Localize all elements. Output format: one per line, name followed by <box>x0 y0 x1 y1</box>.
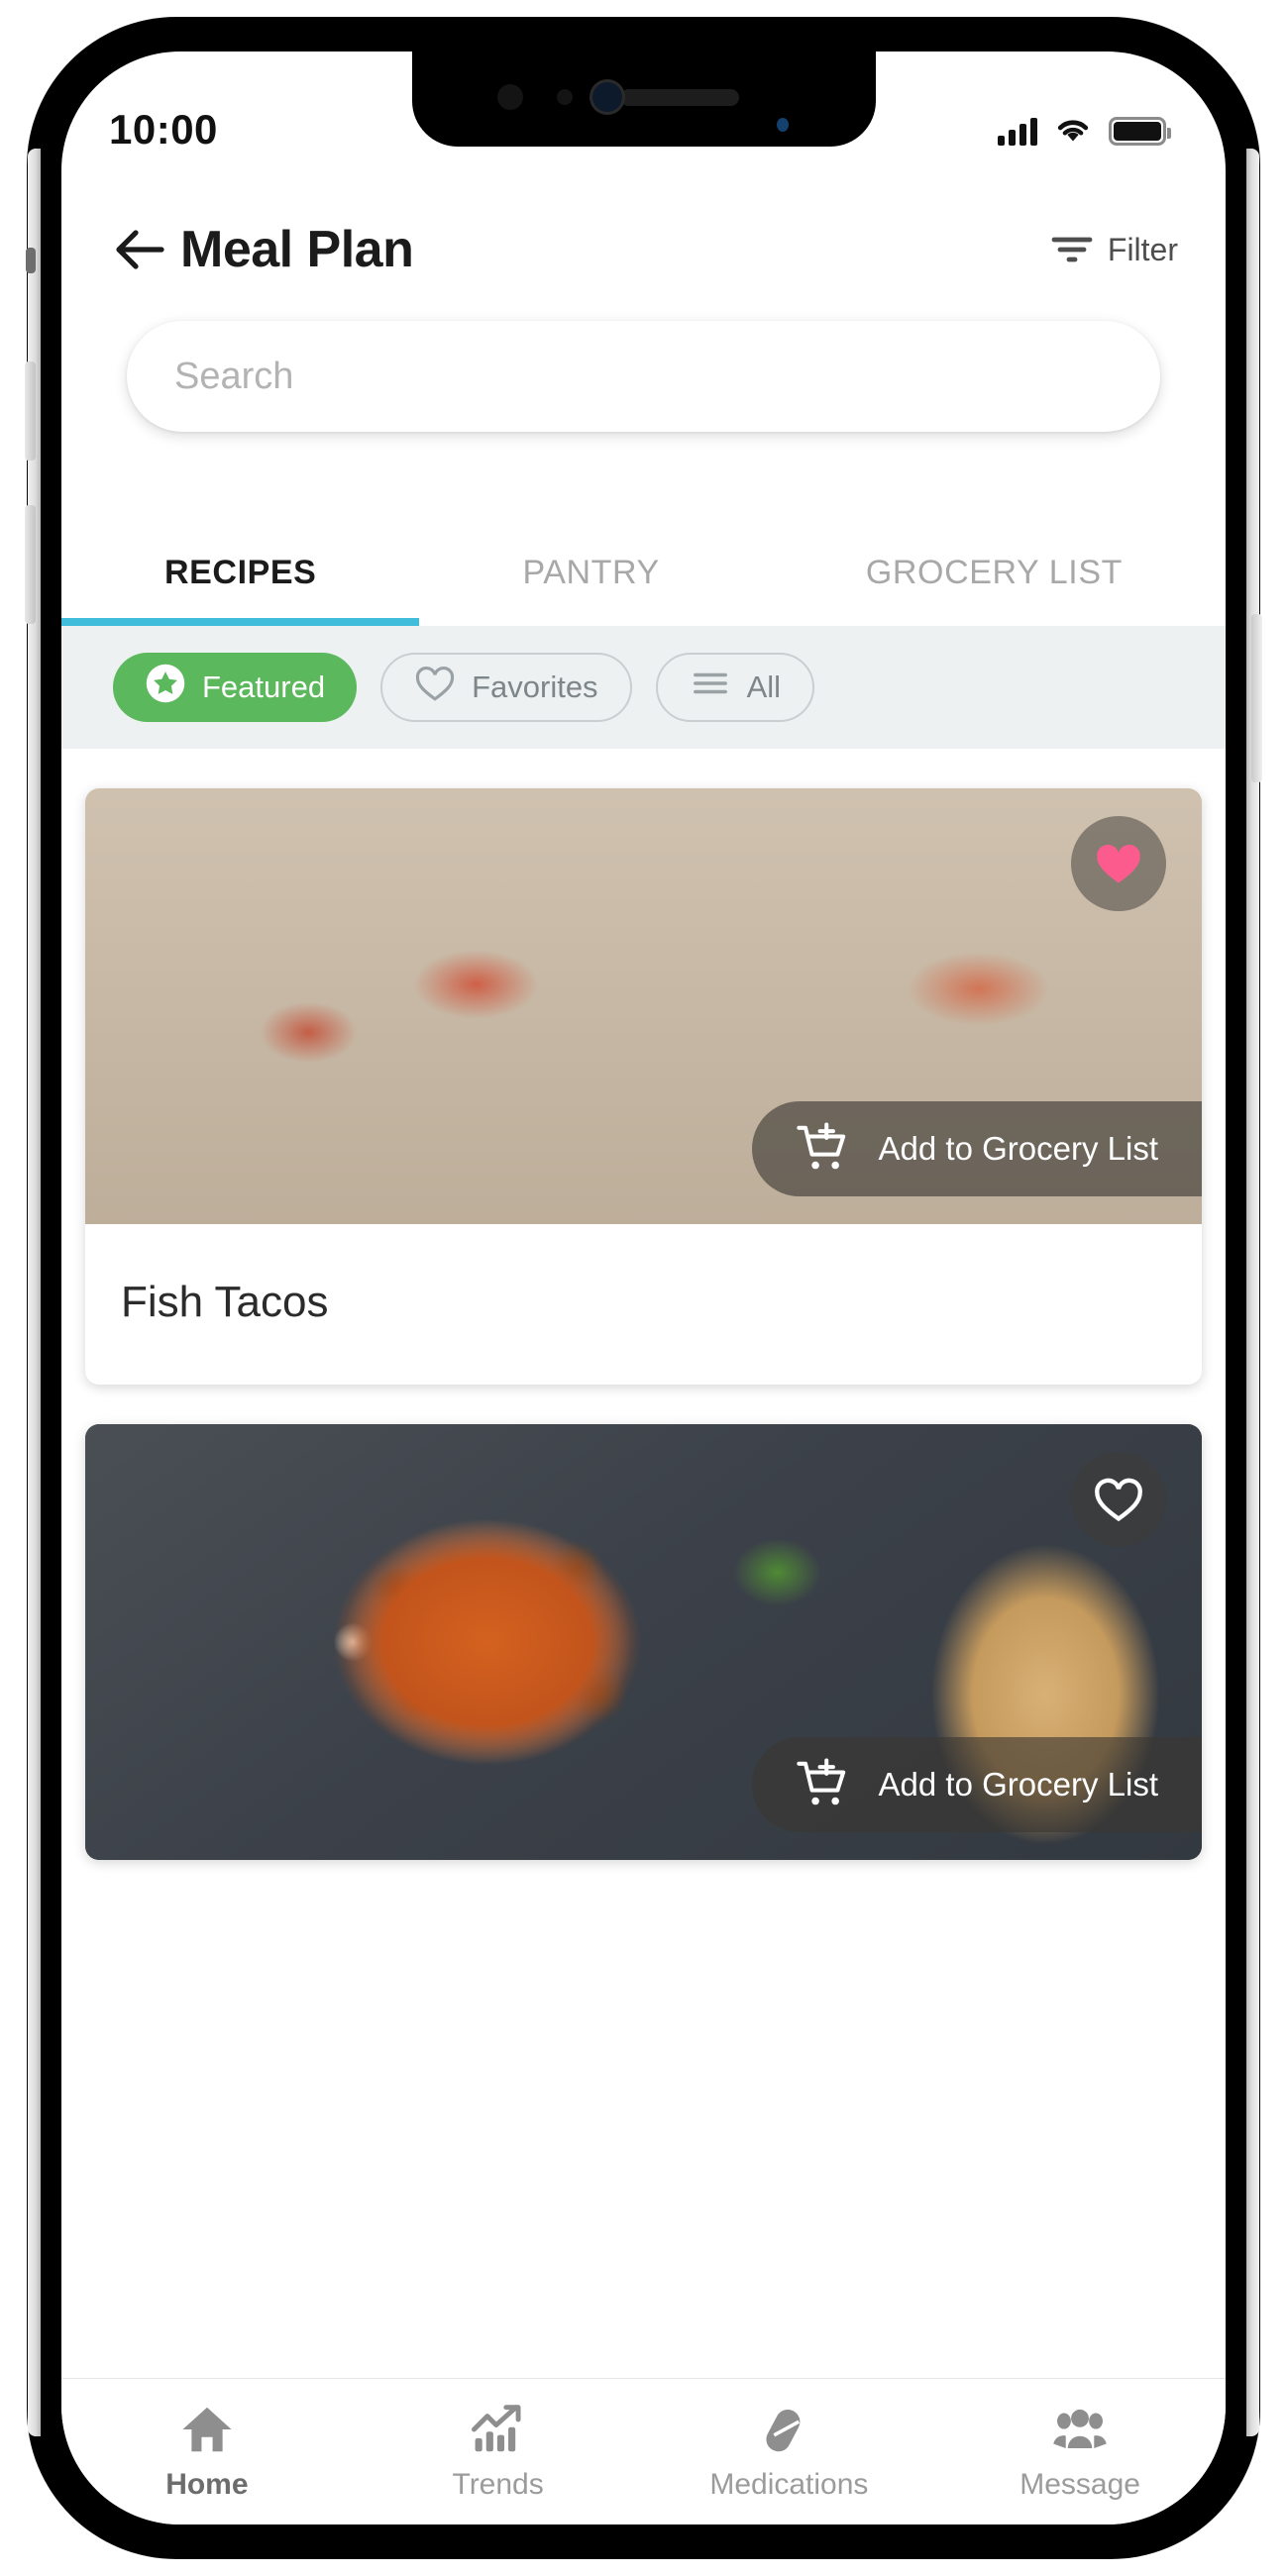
heart-outline-icon <box>1095 1478 1142 1522</box>
phone-screen: 10:00 Meal Plan Filter Search RECIPES PA… <box>61 52 1226 2524</box>
nav-label-medications: Medications <box>709 2467 869 2501</box>
app-header: Meal Plan Filter <box>61 190 1226 309</box>
filter-chip-row: Featured Favorites All <box>61 626 1226 749</box>
page-title: Meal Plan <box>180 221 414 278</box>
recipe-image: Add to Grocery List <box>85 788 1202 1224</box>
recipe-title: Fish Tacos <box>121 1278 329 1326</box>
mute-switch[interactable] <box>26 248 36 273</box>
earpiece-speaker <box>619 89 739 106</box>
filter-button[interactable]: Filter <box>1050 232 1178 268</box>
back-button[interactable] <box>109 219 170 280</box>
cart-plus-icon <box>796 1758 845 1805</box>
recipe-card-list[interactable]: Add to Grocery List Fish Tacos Add to Gr… <box>61 749 1226 2378</box>
star-circle-icon <box>145 663 186 712</box>
pill-icon <box>766 2409 801 2451</box>
recipe-card[interactable]: Add to Grocery List Fish Tacos <box>85 788 1202 1385</box>
status-time: 10:00 <box>109 106 218 153</box>
list-lines-icon <box>690 667 731 708</box>
add-to-grocery-list-label: Add to Grocery List <box>878 1766 1158 1803</box>
add-to-grocery-list-label: Add to Grocery List <box>878 1130 1158 1167</box>
battery-full-icon <box>1109 116 1171 146</box>
camera-lens-dot <box>776 118 789 132</box>
nav-item-medications[interactable]: Medications <box>644 2403 935 2502</box>
recipe-image: Add to Grocery List <box>85 1424 1202 1860</box>
power-button[interactable] <box>1251 614 1262 782</box>
heart-filled-icon <box>1097 844 1140 883</box>
filter-label: Filter <box>1107 231 1178 267</box>
cart-plus-icon <box>796 1122 845 1170</box>
phone-notch <box>411 52 876 147</box>
nav-label-trends: Trends <box>452 2467 544 2501</box>
ambient-light-sensor-icon <box>556 89 573 105</box>
heart-outline-icon <box>414 664 456 711</box>
filter-icon <box>1051 237 1093 262</box>
chip-featured[interactable]: Featured <box>113 653 358 722</box>
volume-up-button[interactable] <box>25 361 36 461</box>
favorite-button[interactable] <box>1071 1452 1166 1547</box>
nav-item-message[interactable]: Message <box>934 2403 1226 2502</box>
chip-all-label: All <box>746 670 782 704</box>
add-to-grocery-list-button[interactable]: Add to Grocery List <box>751 1101 1202 1196</box>
status-icons <box>998 114 1171 149</box>
tab-grocery-list[interactable]: GROCERY LIST <box>763 554 1226 626</box>
proximity-sensor-icon <box>496 84 523 110</box>
search-bar: Search <box>61 321 1226 432</box>
nav-item-trends[interactable]: Trends <box>353 2403 644 2502</box>
tab-pantry[interactable]: PANTRY <box>419 554 762 626</box>
nav-item-home[interactable]: Home <box>61 2403 353 2502</box>
nav-label-message: Message <box>1019 2467 1140 2501</box>
front-camera-icon <box>591 82 789 132</box>
chip-favorites[interactable]: Favorites <box>380 653 632 722</box>
bottom-navigation: Home Trends Medications Message <box>61 2378 1226 2524</box>
people-icon <box>1053 2409 1107 2448</box>
tab-bar: RECIPES PANTRY GROCERY LIST <box>61 499 1226 626</box>
chip-favorites-label: Favorites <box>472 670 598 704</box>
volume-down-button[interactable] <box>25 505 36 624</box>
add-to-grocery-list-button[interactable]: Add to Grocery List <box>751 1737 1202 1832</box>
cellular-signal-icon <box>998 116 1037 146</box>
chip-featured-label: Featured <box>202 670 326 704</box>
trending-up-icon <box>471 2404 521 2451</box>
arrow-left-icon <box>116 230 164 269</box>
wifi-icon <box>1053 114 1093 149</box>
search-input[interactable]: Search <box>127 321 1160 432</box>
search-placeholder: Search <box>174 355 294 397</box>
phone-right-rail <box>1246 149 1259 2436</box>
chip-all[interactable]: All <box>655 653 815 722</box>
favorite-button[interactable] <box>1071 816 1166 911</box>
battery-level-fill <box>1114 121 1161 141</box>
phone-left-rail <box>28 149 41 2436</box>
home-icon <box>182 2407 232 2451</box>
recipe-card[interactable]: Add to Grocery List <box>85 1424 1202 1860</box>
nav-label-home: Home <box>165 2467 249 2501</box>
tab-recipes[interactable]: RECIPES <box>61 554 420 626</box>
screenshot-root: 10:00 Meal Plan Filter Search RECIPES PA… <box>0 0 1287 2576</box>
